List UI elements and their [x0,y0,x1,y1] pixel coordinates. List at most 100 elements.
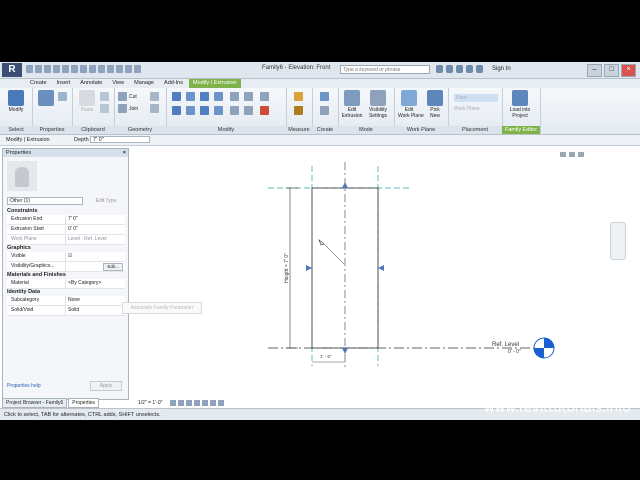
visible-checkbox[interactable]: ☑ [66,252,125,261]
restore-view-icon[interactable] [560,152,566,157]
open-icon[interactable] [26,65,33,73]
edit-type-button[interactable]: Edit Type [87,197,125,205]
navigation-bar[interactable] [610,222,626,260]
trim-icon[interactable] [214,106,223,115]
mirror-axis-icon[interactable] [200,92,209,101]
shape-handle-left[interactable] [306,265,312,271]
tab-manage[interactable]: Manage [130,79,158,88]
create-group-icon[interactable] [320,106,329,115]
save-icon[interactable] [35,65,42,73]
group-materials[interactable]: Materials and Finishes [7,272,125,279]
shape-handle-top[interactable] [342,182,348,188]
aligned-dimension-icon[interactable] [294,106,303,115]
tab-annotate[interactable]: Annotate [76,79,106,88]
shape-handle-bottom[interactable] [342,348,348,354]
favorites-icon[interactable] [466,65,473,73]
section-icon[interactable] [107,65,114,73]
measure-icon[interactable] [71,65,78,73]
communication-icon[interactable] [456,65,463,73]
binoculars-icon[interactable] [436,65,443,73]
depth-input[interactable]: 7' 0" [90,136,150,143]
drawing-canvas[interactable]: Height = 7' 0" 1' - 6" Ref. Level 0' - 0… [128,148,638,398]
split-face-icon[interactable] [150,92,159,101]
maximize-button[interactable]: □ [604,64,619,77]
pick-new-button[interactable]: Pick New [424,90,446,119]
properties-help-link[interactable]: Properties help [7,383,41,389]
delete-icon[interactable] [260,106,269,115]
apply-button[interactable]: Apply [90,381,122,391]
face-button[interactable]: Face [454,94,498,102]
paint-icon[interactable] [150,104,159,113]
material-field[interactable]: <By Category> [66,279,125,288]
temporary-hide-icon[interactable] [210,400,216,406]
cut-icon[interactable] [100,92,109,101]
reveal-hidden-icon[interactable] [218,400,224,406]
sign-in-link[interactable]: Sign In [492,66,511,72]
tab-modify-extrusion[interactable]: Modify | Extrusion [189,79,241,88]
properties-button[interactable] [35,90,57,107]
align-icon[interactable] [172,92,181,101]
user-icon[interactable] [476,65,483,73]
extrusion-start-field[interactable]: 0' 0" [66,225,125,234]
group-identity[interactable]: Identity Data [7,289,125,296]
tab-create[interactable]: Create [26,79,51,88]
work-plane-placement-button[interactable]: Work Plane [454,106,480,112]
split-icon[interactable] [230,92,239,101]
height-dimension-label[interactable]: Height = 7' 0" [284,253,290,283]
solid-void-field[interactable]: Solid [66,306,125,315]
detail-level-icon[interactable] [170,400,176,406]
dimension-icon[interactable] [80,65,87,73]
subcategory-field[interactable]: None [66,296,125,305]
tab-view[interactable]: View [108,79,128,88]
mirror-draw-icon[interactable] [214,92,223,101]
group-graphics[interactable]: Graphics [7,245,125,252]
undo-icon[interactable] [44,65,51,73]
close-icon[interactable]: × [123,149,126,157]
3d-view-icon[interactable] [98,65,105,73]
select-panel-title[interactable]: Select [0,126,32,134]
group-constraints[interactable]: Constraints [7,208,125,215]
offset-icon[interactable] [186,92,195,101]
shadows-icon[interactable] [194,400,200,406]
visual-style-icon[interactable] [178,400,184,406]
switch-windows-icon[interactable] [134,65,141,73]
width-dimension-label[interactable]: 1' - 6" [320,354,332,359]
cut-geometry-icon[interactable] [118,92,127,101]
application-menu-button[interactable]: R [2,63,22,77]
scale-icon[interactable] [244,92,253,101]
pin-icon[interactable] [244,106,253,115]
close-hidden-icon[interactable] [125,65,132,73]
modify-button[interactable]: Modify [5,90,27,113]
ref-level-elevation[interactable]: 0' - 0" [508,349,521,355]
thin-lines-icon[interactable] [116,65,123,73]
array-icon[interactable] [230,106,239,115]
copy-icon[interactable] [100,104,109,113]
edit-work-plane-button[interactable]: Edit Work Plane [398,90,424,119]
load-into-project-button[interactable]: Load into Project [509,90,531,119]
unpin-icon[interactable] [260,92,269,101]
properties-filter-dropdown[interactable]: Other (1) [7,197,83,205]
copy-element-icon[interactable] [186,106,195,115]
close-button[interactable]: × [621,64,636,77]
tab-properties[interactable]: Properties [68,398,100,408]
rotate-icon[interactable] [200,106,209,115]
level-head-icon[interactable] [533,337,555,359]
join-geometry-icon[interactable] [118,104,127,113]
view-scale[interactable]: 1/2" = 1'-0" [138,399,162,408]
shape-handle-right[interactable] [378,265,384,271]
subscription-icon[interactable] [446,65,453,73]
edit-extrusion-button[interactable]: Edit Extrusion [341,90,363,119]
move-icon[interactable] [172,106,181,115]
edit-visibility-button[interactable]: Edit... [103,263,123,271]
minimize-button[interactable]: – [587,64,602,77]
tab-project-browser[interactable]: Project Browser - Family6 [2,398,68,408]
maximize-view-icon[interactable] [569,152,575,157]
tab-add-ins[interactable]: Add-Ins [160,79,187,88]
redo-icon[interactable] [53,65,60,73]
close-view-icon[interactable] [578,152,584,157]
sun-path-icon[interactable] [186,400,192,406]
search-input[interactable]: Type a keyword or phrase [340,65,430,74]
create-similar-icon[interactable] [320,92,329,101]
print-icon[interactable] [62,65,69,73]
ref-level-label[interactable]: Ref. Level [492,342,519,348]
